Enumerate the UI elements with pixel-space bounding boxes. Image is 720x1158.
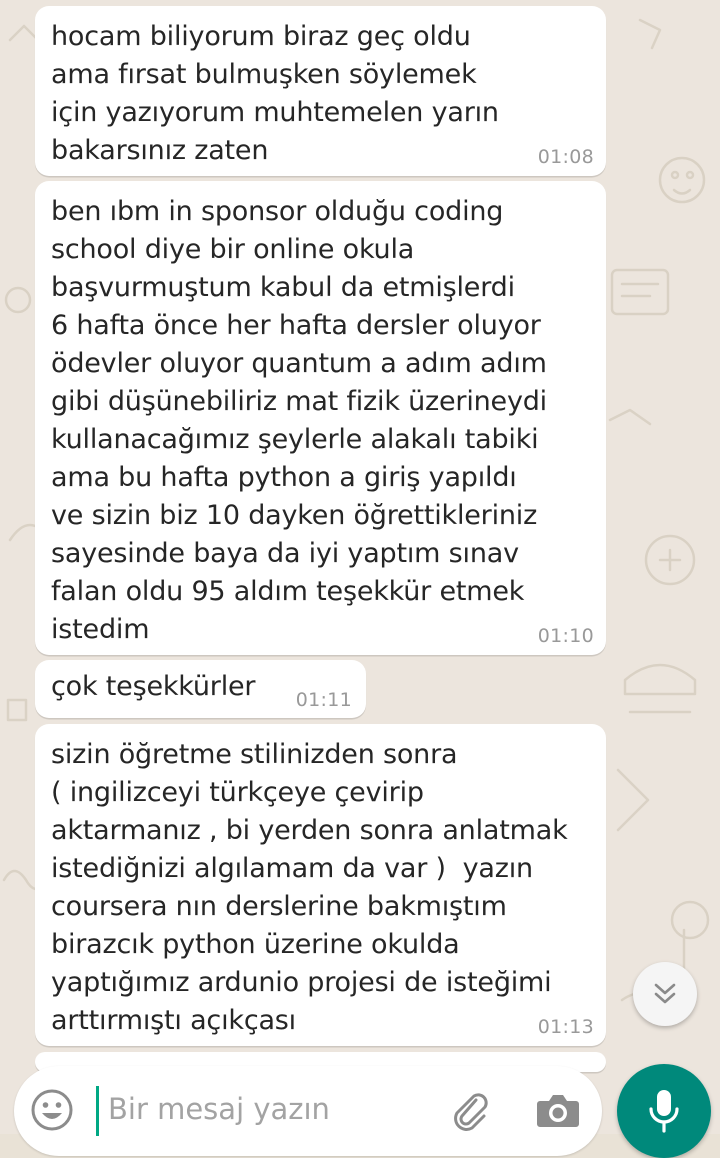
message-bubble[interactable]: sizin öğretme stilinizden sonra ( ingili… bbox=[35, 724, 606, 1046]
microphone-icon bbox=[649, 1090, 679, 1133]
scroll-to-bottom-button[interactable] bbox=[633, 962, 697, 1026]
message-text: sizin öğretme stilinizden sonra ( ingili… bbox=[51, 739, 568, 1036]
text-cursor bbox=[96, 1086, 99, 1136]
message-text: ben ıbm in sponsor olduğu coding school … bbox=[51, 196, 547, 645]
message-time: 01:11 bbox=[295, 689, 352, 711]
message-composer: Bir mesaj yazın bbox=[14, 1066, 602, 1156]
message-input[interactable]: Bir mesaj yazın bbox=[108, 1092, 330, 1126]
message-list[interactable]: hocam biliyorum biraz geç oldu ama fırsa… bbox=[0, 0, 720, 1072]
message-time: 01:13 bbox=[537, 1016, 594, 1038]
chevron-double-down-icon bbox=[654, 983, 676, 1004]
paperclip-icon[interactable] bbox=[448, 1088, 492, 1132]
emoji-icon[interactable] bbox=[30, 1088, 74, 1132]
message-text: çok teşekkürler bbox=[51, 671, 256, 702]
message-bubble[interactable]: hocam biliyorum biraz geç oldu ama fırsa… bbox=[35, 6, 606, 176]
message-time: 01:08 bbox=[537, 146, 594, 168]
voice-record-button[interactable] bbox=[617, 1064, 711, 1158]
message-bubble[interactable]: ben ıbm in sponsor olduğu coding school … bbox=[35, 181, 606, 655]
message-bubble[interactable]: çok teşekkürler 01:11 bbox=[35, 660, 366, 718]
camera-icon[interactable] bbox=[535, 1088, 581, 1132]
message-text: hocam biliyorum biraz geç oldu ama fırsa… bbox=[51, 21, 499, 166]
message-time: 01:10 bbox=[537, 625, 594, 647]
